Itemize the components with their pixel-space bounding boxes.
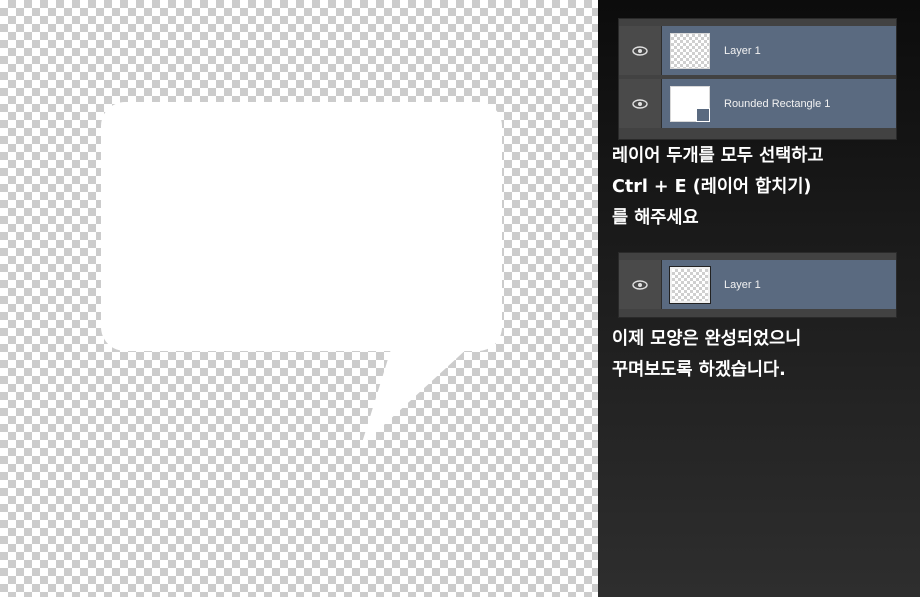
layer-thumbnail <box>670 32 710 69</box>
layer-name: Rounded Rectangle 1 <box>724 97 831 110</box>
document-canvas[interactable] <box>0 0 598 597</box>
eye-icon <box>632 45 648 56</box>
vector-mask-icon <box>696 107 710 122</box>
merged-layer-thumbnail <box>669 265 711 304</box>
layer-name: Layer 1 <box>724 44 761 57</box>
layers-panel-after: Layer 1 <box>618 252 897 318</box>
shape-layer-thumbnail <box>670 85 710 122</box>
layers-panel-before: Layer 1 Rounded Rectangle 1 <box>618 18 897 140</box>
eye-icon <box>632 98 648 109</box>
instruction-decorate: 이제 모양은 완성되었으니 꾸며보도록 하겠습니다. <box>612 329 802 380</box>
layer-name: Layer 1 <box>724 278 761 291</box>
visibility-toggle[interactable] <box>619 79 662 128</box>
layer-row-layer-1-merged[interactable]: Layer 1 <box>619 260 896 309</box>
visibility-toggle[interactable] <box>619 26 662 75</box>
instruction-merge-layers: 레이어 두개를 모두 선택하고 Ctrl + E (레이어 합치기) 를 해주세… <box>612 146 824 228</box>
eye-icon <box>632 279 648 290</box>
layer-row-rounded-rectangle-1[interactable]: Rounded Rectangle 1 <box>619 79 896 128</box>
speech-bubble-shape <box>101 102 502 446</box>
visibility-toggle[interactable] <box>619 260 662 309</box>
layer-row-layer-1[interactable]: Layer 1 <box>619 26 896 75</box>
